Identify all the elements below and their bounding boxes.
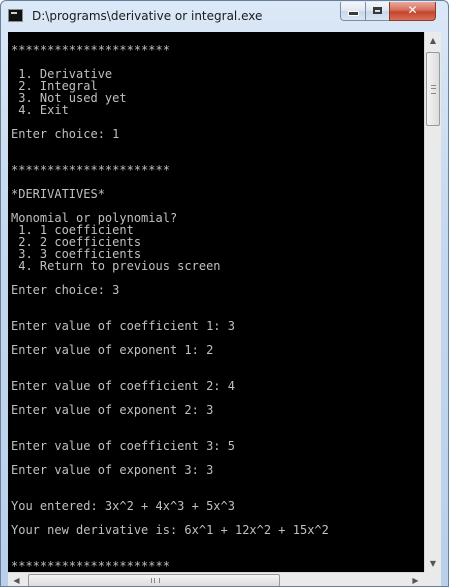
console-window: D:\programs\derivative or integral.exe ✕… [0,0,449,587]
minimize-icon [347,11,359,16]
console-line: 4. Return to previous screen [11,259,221,273]
console-line: Enter choice: 1 [11,127,120,141]
scroll-left-icon[interactable]: ◀ [8,573,25,586]
console-line: ********************** [11,163,170,177]
console-line: ********************** [11,559,170,572]
console-line: ********************** [11,43,170,57]
scrollbar-corner [424,572,441,586]
grip-icon [431,85,436,94]
scroll-down-icon[interactable]: ▼ [425,555,441,572]
console-line: Enter value of exponent 1: 2 [11,343,214,357]
horizontal-scroll-thumb[interactable] [28,574,280,586]
minimize-button[interactable] [340,2,366,21]
window-title: D:\programs\derivative or integral.exe [32,9,263,23]
vertical-scrollbar[interactable]: ▲ ▼ [424,32,441,572]
console-line: Enter value of coefficient 2: 4 [11,379,235,393]
console-line: Enter value of coefficient 3: 5 [11,439,235,453]
horizontal-scrollbar[interactable]: ◀ ▶ [8,572,424,586]
maximize-button[interactable] [365,2,390,21]
console-text: ********************** 1. Derivative 2. … [11,44,329,572]
grip-icon [151,578,160,583]
scroll-right-icon[interactable]: ▶ [407,573,424,586]
console-line: Enter value of coefficient 1: 3 [11,319,235,333]
console-line: Your new derivative is: 6x^1 + 12x^2 + 1… [11,523,329,537]
scroll-up-icon[interactable]: ▲ [425,32,441,49]
console-line: You entered: 3x^2 + 4x^3 + 5x^3 [11,499,235,513]
maximize-icon [373,7,382,14]
console-line: Enter value of exponent 3: 3 [11,463,214,477]
title-bar[interactable]: D:\programs\derivative or integral.exe ✕ [1,1,448,31]
vertical-scroll-thumb[interactable] [426,52,440,126]
console-line: *DERIVATIVES* [11,187,105,201]
console-line: 4. Exit [11,103,69,117]
console-output-area[interactable]: ********************** 1. Derivative 2. … [8,32,424,572]
console-line: Enter value of exponent 2: 3 [11,403,214,417]
console-app-icon [8,9,23,22]
close-button[interactable]: ✕ [389,2,436,21]
console-line: Enter choice: 3 [11,283,120,297]
close-icon: ✕ [407,3,418,17]
